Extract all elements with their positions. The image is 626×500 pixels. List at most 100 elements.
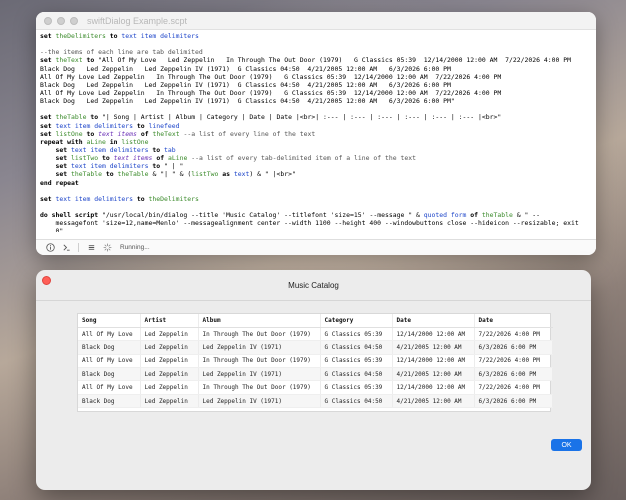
table-cell: Black Dog [78,394,141,409]
code-line: set theText to "All Of My Love Led Zeppe… [40,56,592,64]
column-header: Date [392,314,475,328]
table-cell: 12/14/2000 12:00 AM [392,354,475,369]
code-token: aLine [86,137,106,146]
code-token: All Of My Love Led Zeppelin In Through T… [40,88,502,97]
code-token: set [40,170,72,179]
code-token: to [105,32,122,40]
code-token: set [40,162,72,171]
code-line: set theTable to theTable & "| " & (listT… [40,170,592,178]
table-cell: Black Dog [78,367,141,382]
code-token: theTable [117,170,149,179]
code-token: to [82,129,99,138]
code-token: tab [164,145,176,154]
table-cell: G Classics 05:39 [320,380,393,395]
code-line: set text item delimiters to theDelimiter… [40,195,592,203]
table-cell: Led Zeppelin IV (1971) [198,367,321,382]
code-token: set [40,194,56,203]
code-token: to [148,162,165,171]
code-token: set [40,145,72,154]
table-row: All Of My Love Led Zeppelin In Through The… [78,380,553,395]
code-token: quoted form [423,211,467,220]
code-line: set listTwo to text items of aLine --a l… [40,154,592,162]
code-line: --the items of each line are tab delimit… [40,48,592,56]
dialog-titlebar[interactable]: Music Catalog [36,270,591,300]
column-header: Album [198,314,321,328]
zoom-window-button[interactable] [70,16,78,25]
column-header: Artist [140,314,199,328]
code-token: to [133,194,149,203]
code-token: Black Dog Led Zeppelin Led Zeppelin IV (… [40,80,451,89]
column-header: Date [474,314,553,328]
table-cell: 4/21/2005 12:00 AM [392,367,475,382]
code-line: set text item delimiters to " | " [40,162,592,170]
code-token: to [133,121,149,130]
code-token: theText [152,129,180,138]
info-icon[interactable] [44,243,56,253]
code-token: set [40,129,56,138]
code-line: do shell script "/usr/local/bin/dialog -… [40,211,592,219]
code-token: 0" [40,227,64,232]
editor-title: swiftDialog Example.scpt [87,15,188,26]
code-token: theTable [71,170,103,179]
table-cell: 12/14/2000 12:00 AM [392,327,475,342]
code-token: end repeat [40,178,79,187]
code-token: set [40,56,56,65]
code-token: & " -- [512,211,541,220]
code-line: 0" [40,227,592,232]
minimize-window-button[interactable] [57,16,65,25]
table-cell: Black Dog [78,340,141,355]
list-icon[interactable] [85,243,97,253]
close-dialog-button[interactable] [42,276,51,285]
code-token: "| Song | Artist | Album | Category | Da… [102,113,502,122]
table-cell: All Of My Love [78,354,141,369]
log-icon[interactable] [60,243,72,253]
table-row: Black Dog Led Zeppelin Led Zeppelin IV (19… [78,367,553,382]
table-cell: G Classics 04:50 [320,367,393,382]
table-row: All Of My Love Led Zeppelin In Through The… [78,354,553,369]
table-row: All Of My Love Led Zeppelin In Through The… [78,327,553,342]
code-token: Black Dog Led Zeppelin Led Zeppelin IV (… [40,64,451,73]
code-line: Black Dog Led Zeppelin Led Zeppelin IV (… [40,97,592,105]
editor-titlebar[interactable]: swiftDialog Example.scpt [36,12,596,30]
code-token: text item delimiters [71,145,149,154]
code-editor[interactable]: set theDelimiters to text item delimiter… [40,32,592,232]
code-token: text [233,170,250,179]
code-token: linefeed [148,121,180,130]
code-line: All Of My Love Led Zeppelin In Through T… [40,89,592,97]
code-token: "All Of My Love Led Zeppelin In Through … [98,56,572,65]
ok-button[interactable]: OK [551,439,582,451]
editor-footer: Running... [36,239,596,255]
table-cell: 12/14/2000 12:00 AM [392,380,475,395]
code-token: Black Dog Led Zeppelin Led Zeppelin IV (… [40,97,455,106]
code-token: in [105,137,122,146]
code-token: --the items of each line are tab delimit… [40,48,203,57]
code-token: text item delimiters [121,32,199,40]
code-line: Black Dog Led Zeppelin Led Zeppelin IV (… [40,65,592,73]
column-header: Song [78,314,141,328]
code-token: set [40,113,56,122]
code-token: listOne [121,137,149,146]
close-window-button[interactable] [44,16,52,25]
code-token: text item delimiters [71,162,149,171]
code-line: set theTable to "| Song | Artist | Album… [40,113,592,121]
table-cell: In Through The Out Door (1979) [198,327,321,342]
table-cell: 6/3/2026 6:00 PM [474,340,553,355]
code-token: to [86,113,103,122]
code-token: text item delimiters [55,121,134,130]
code-token: "/usr/local/bin/dialog --title 'Music Ca… [102,211,424,220]
table-row: Black Dog Led Zeppelin Led Zeppelin IV (19… [78,340,553,355]
code-token: to [98,154,114,163]
code-token: " | " [164,162,184,171]
code-token: set [40,32,56,40]
table-cell: Led Zeppelin [140,367,199,382]
table-cell: 7/22/2026 4:00 PM [474,380,553,395]
code-token: theTable [55,113,87,122]
table-cell: In Through The Out Door (1979) [198,354,321,369]
table-cell: Led Zeppelin [140,327,199,342]
run-status: Running... [120,244,150,251]
table-cell: 6/3/2026 6:00 PM [474,394,553,409]
code-line: Black Dog Led Zeppelin Led Zeppelin IV (… [40,81,592,89]
code-token: to [82,56,99,65]
